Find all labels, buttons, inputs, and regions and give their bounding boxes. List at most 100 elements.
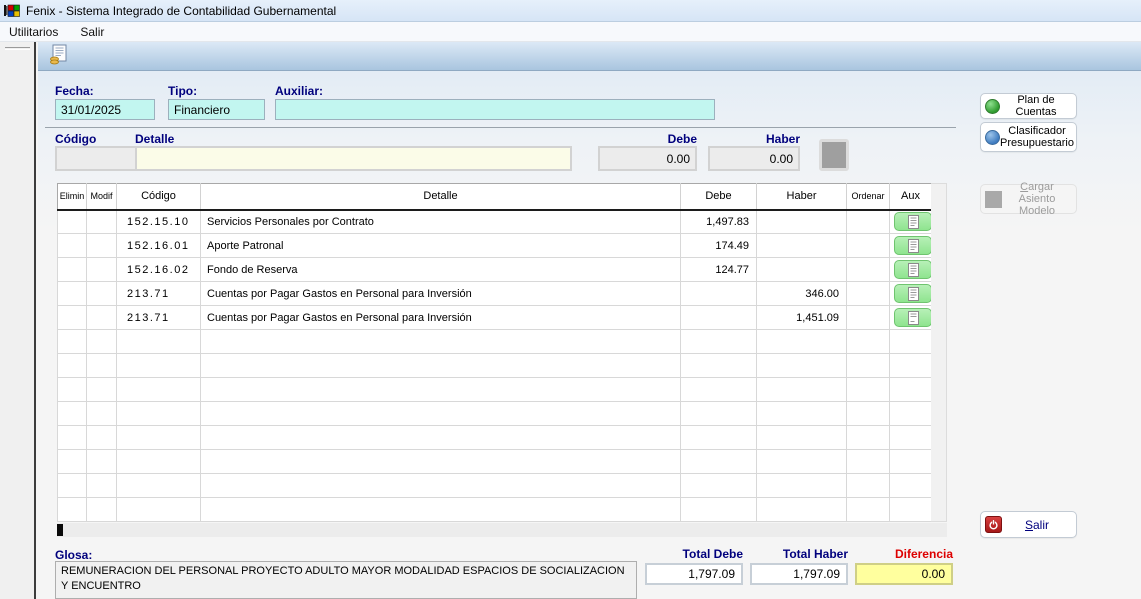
col-header-ordenar: Ordenar [847,184,890,210]
salir-button[interactable]: Salir [980,511,1077,538]
document-note-icon [908,311,919,325]
col-header-detalle: Detalle [201,184,681,210]
glosa-textarea[interactable]: REMUNERACION DEL PERSONAL PROYECTO ADULT… [55,561,637,599]
table-empty-row [58,498,932,522]
col-header-modif: Modif [87,184,117,210]
salir-label: Salir [1002,519,1072,531]
form-separator [45,127,956,128]
clasificador-presupuestario-button[interactable]: Clasificador Presupuestario [980,122,1077,152]
glosa-label: Glosa: [55,548,92,562]
table-row[interactable]: 152.16.01 Aporte Patronal 174.49 [58,234,932,258]
table-empty-row [58,426,932,450]
cell-codigo: 152.16.02 [117,258,201,282]
menu-bar: Utilitarios Salir [0,22,1141,42]
col-header-aux: Aux [890,184,932,210]
cargar-asiento-modelo-label: Cargar Asiento Modelo [1002,181,1072,217]
new-entry-button[interactable] [47,45,71,68]
detalle-label: Detalle [135,132,174,146]
diferencia-field [855,563,953,585]
cell-codigo: 152.15.10 [117,210,201,234]
col-header-haber: Haber [757,184,847,210]
debe-label: Debe [598,132,697,146]
auxiliar-label: Auxiliar: [275,84,323,98]
cell-debe: 174.49 [681,234,757,258]
window-logo-icon [4,3,20,18]
total-debe-label: Total Debe [645,547,743,561]
cell-haber: 346.00 [757,282,847,306]
table-vertical-scrollbar[interactable] [931,183,947,522]
journal-with-coins-icon [49,44,69,70]
table-row[interactable]: 213.71 Cuentas por Pagar Gastos en Perso… [58,306,932,330]
cell-detalle: Cuentas por Pagar Gastos en Personal par… [201,282,681,306]
menu-salir[interactable]: Salir [80,25,104,39]
cell-detalle: Fondo de Reserva [201,258,681,282]
cell-detalle: Cuentas por Pagar Gastos en Personal par… [201,306,681,330]
detalle-input[interactable] [135,146,572,171]
aux-button[interactable] [894,260,932,279]
cell-haber: 1,451.09 [757,306,847,330]
col-header-elimin: Elimin [58,184,87,210]
table-empty-row [58,354,932,378]
power-button-icon [985,516,1002,533]
cell-detalle: Servicios Personales por Contrato [201,210,681,234]
table-empty-row [58,378,932,402]
cargar-asiento-modelo-button[interactable]: Cargar Asiento Modelo [980,184,1077,214]
cell-codigo: 213.71 [117,306,201,330]
table-header-row: Elimin Modif Código Detalle Debe Haber O… [58,184,932,210]
table-row[interactable]: 152.15.10 Servicios Personales por Contr… [58,210,932,234]
panel-grip-handle[interactable] [5,47,30,50]
haber-input[interactable] [708,146,800,171]
fecha-input[interactable] [55,99,155,120]
title-bar: Fenix - Sistema Integrado de Contabilida… [0,0,1141,22]
auxiliar-input[interactable] [275,99,715,120]
toolbar [38,42,1141,71]
haber-label: Haber [708,132,800,146]
cell-debe [681,282,757,306]
cell-debe: 1,497.83 [681,210,757,234]
add-entry-button[interactable] [819,139,849,171]
table-row[interactable]: 152.16.02 Fondo de Reserva 124.77 [58,258,932,282]
total-debe-field [645,563,743,585]
left-collapsed-panel[interactable] [0,42,36,599]
cell-haber [757,234,847,258]
scrollbar-thumb[interactable] [57,524,63,536]
plan-de-cuentas-label: Plan de Cuentas [1000,94,1072,118]
document-note-icon [908,215,919,229]
aux-button[interactable] [894,284,932,303]
table-empty-row [58,330,932,354]
window-title: Fenix - Sistema Integrado de Contabilida… [26,4,336,18]
document-note-icon [908,287,919,301]
debe-input[interactable] [598,146,697,171]
total-haber-label: Total Haber [750,547,848,561]
blue-sphere-icon [985,130,1000,145]
cell-debe: 124.77 [681,258,757,282]
col-header-codigo: Código [117,184,201,210]
tipo-input[interactable] [168,99,265,120]
document-note-icon [908,263,919,277]
application-window: Fenix - Sistema Integrado de Contabilida… [0,0,1141,599]
plan-de-cuentas-button[interactable]: Plan de Cuentas [980,93,1077,119]
entries-table: Elimin Modif Código Detalle Debe Haber O… [57,183,932,522]
aux-button[interactable] [894,212,932,231]
total-haber-field [750,563,848,585]
col-header-debe: Debe [681,184,757,210]
fecha-label: Fecha: [55,84,94,98]
tipo-label: Tipo: [168,84,197,98]
cell-detalle: Aporte Patronal [201,234,681,258]
cell-haber [757,258,847,282]
diferencia-label: Diferencia [855,547,953,561]
green-sphere-icon [985,99,1000,114]
menu-utilitarios[interactable]: Utilitarios [9,25,58,39]
codigo-label: Código [55,132,96,146]
gray-square-icon [985,191,1002,208]
clasificador-presupuestario-label: Clasificador Presupuestario [1000,125,1074,149]
cell-haber [757,210,847,234]
cell-codigo: 213.71 [117,282,201,306]
aux-button[interactable] [894,308,932,327]
table-empty-row [58,402,932,426]
table-horizontal-scrollbar[interactable] [57,523,947,537]
document-note-icon [908,239,919,253]
cell-codigo: 152.16.01 [117,234,201,258]
table-row[interactable]: 213.71 Cuentas por Pagar Gastos en Perso… [58,282,932,306]
aux-button[interactable] [894,236,932,255]
